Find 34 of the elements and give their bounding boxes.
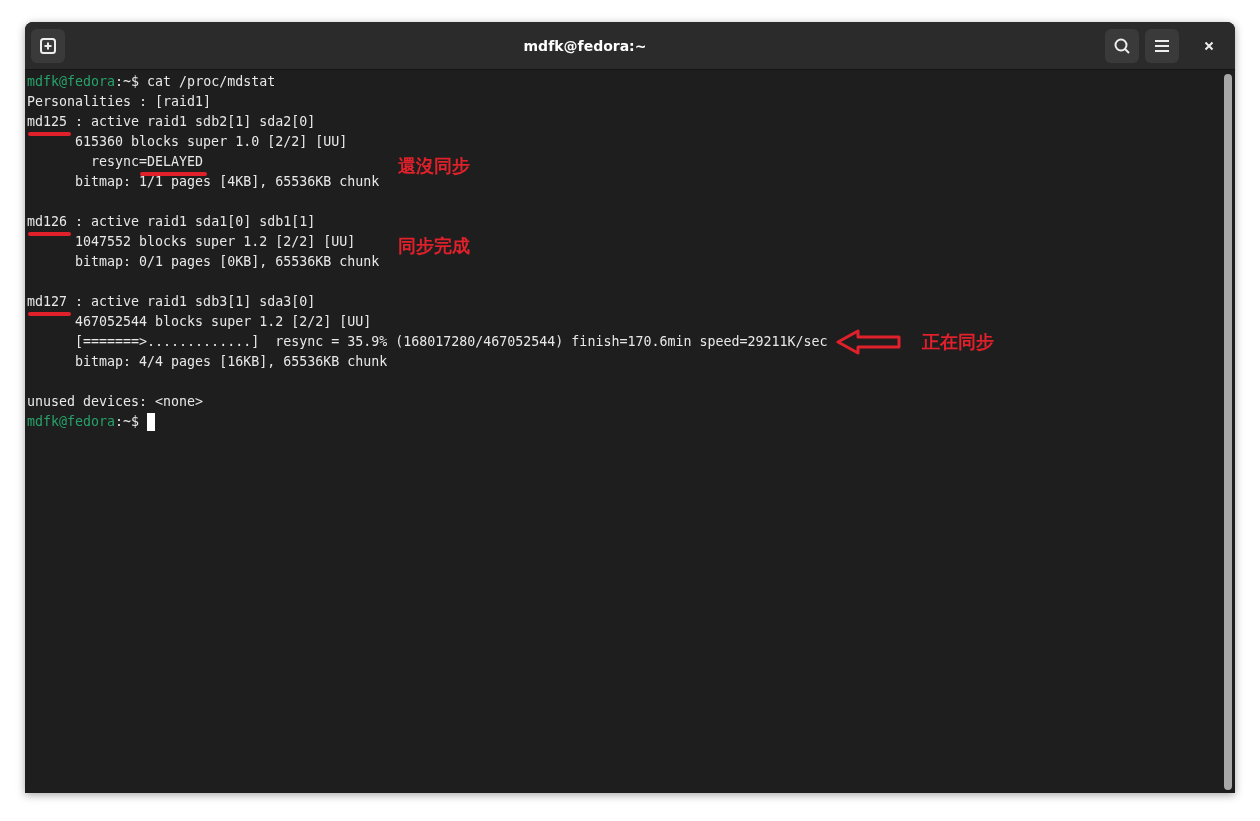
menu-button[interactable] [1145,28,1179,63]
prompt-user: mdfk@fedora [27,413,116,431]
output-text: : active raid1 sda1[0] sdb1[1] [74,213,316,231]
output-text: : active raid1 sdb2[1] sda2[0] [74,113,316,131]
output-text: bitmap: 1/1 pages [4KB], 65536KB chunk [74,173,380,191]
output-text: md126 [27,212,68,232]
output-text: [=======>.............] resync = 35.9% (168017280/467052544) finish=170.6min speed=29211K/sec [74,333,828,351]
annotation-text: 同步完成 [398,235,470,256]
output-text: 1047552 blocks super 1.2 [2/2] [UU] [74,233,356,251]
window-title: mdfk@fedora:~ [522,37,648,54]
scrollbar-thumb[interactable] [1224,74,1232,790]
output-text: =DELAYED [139,152,204,172]
command-text: cat /proc/mdstat [147,73,276,91]
new-tab-button[interactable] [31,28,65,63]
plus-square-icon [39,36,57,55]
prompt-path: :~$ [115,413,140,431]
output-text: resync [90,153,140,171]
prompt-path: :~$ [115,73,140,91]
search-icon [1113,36,1131,55]
output-text: 615360 blocks super 1.0 [2/2] [UU] [74,133,348,151]
output-text: bitmap: 4/4 pages [16KB], 65536KB chunk [74,353,388,371]
output-text: md127 [27,292,68,312]
search-button[interactable] [1105,28,1139,63]
output-text: unused devices: <none> [27,393,204,411]
output-text: Personalities : [raid1] [27,93,212,111]
close-icon [1204,40,1214,51]
output-text: 467052544 blocks super 1.2 [2/2] [UU] [74,313,372,331]
output-text: bitmap: 0/1 pages [0KB], 65536KB chunk [74,253,380,271]
output-text: : active raid1 sdb3[1] sda3[0] [74,293,316,311]
menu-icon [1154,38,1170,53]
prompt-user: mdfk@fedora [27,73,116,91]
annotation-text: 還沒同步 [398,155,470,176]
annotation-text: 正在同步 [921,330,994,354]
output-text: md125 [27,112,68,132]
